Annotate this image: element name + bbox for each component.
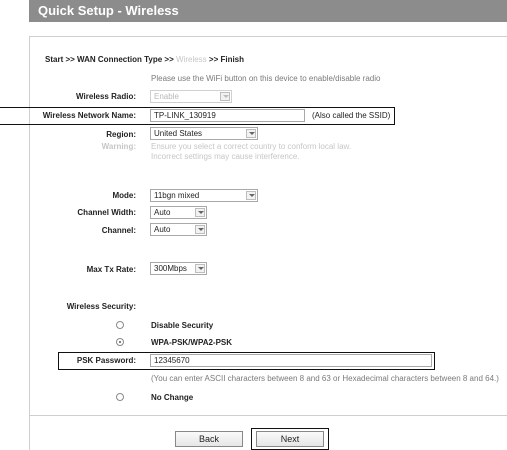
chevron-down-icon [246, 129, 256, 138]
quick-setup-wireless-page: Quick Setup - Wireless Start >> WAN Conn… [0, 0, 507, 450]
chevron-down-icon [195, 264, 205, 273]
no-change-radio[interactable] [116, 393, 124, 401]
breadcrumb: Start >> WAN Connection Type >> Wireless… [45, 55, 244, 65]
next-button[interactable]: Next [256, 431, 324, 447]
region-value: United States [154, 129, 203, 138]
tx-rate-label: Max Tx Rate: [86, 265, 136, 274]
chevron-down-icon [246, 191, 256, 200]
title-bar: Quick Setup - Wireless [29, 0, 507, 22]
wireless-radio-value: Enable [154, 92, 179, 101]
wireless-radio-select[interactable]: Enable [150, 90, 232, 103]
channel-width-select[interactable]: Auto [150, 206, 207, 219]
channel-select[interactable]: Auto [150, 223, 207, 236]
wifi-button-note: Please use the WiFi button on this devic… [151, 74, 381, 83]
region-label: Region: [106, 130, 136, 139]
mode-label: Mode: [112, 191, 136, 200]
warning-line2: Incorrect settings may cause interferenc… [151, 152, 300, 161]
chevron-down-icon [195, 225, 205, 234]
wpa-psk-label: WPA-PSK/WPA2-PSK [151, 338, 233, 347]
wireless-radio-label: Wireless Radio: [76, 92, 136, 101]
disable-security-radio[interactable] [116, 321, 124, 329]
breadcrumb-start: Start >> WAN Connection Type >> [45, 55, 176, 64]
channel-width-value: Auto [154, 208, 171, 217]
disable-security-label: Disable Security [151, 321, 214, 330]
page-title: Quick Setup - Wireless [38, 3, 179, 18]
no-change-label: No Change [151, 393, 194, 402]
back-button[interactable]: Back [175, 431, 243, 447]
breadcrumb-current: Wireless [176, 55, 207, 64]
chevron-down-icon [195, 208, 205, 217]
tx-rate-select[interactable]: 300Mbps [150, 262, 207, 275]
mode-value: 11bgn mixed [154, 191, 200, 200]
bottom-divider [29, 415, 507, 416]
mode-select[interactable]: 11bgn mixed [150, 189, 258, 202]
warning-label: Warning: [101, 142, 136, 151]
left-border [29, 36, 30, 450]
warning-line1: Ensure you select a correct country to c… [151, 142, 352, 151]
psk-password-label: PSK Password: [76, 356, 136, 365]
region-select[interactable]: United States [150, 127, 258, 140]
top-divider [29, 36, 507, 37]
chevron-down-icon [220, 92, 230, 101]
ssid-note: (Also called the SSID) [312, 111, 391, 120]
network-name-input[interactable]: TP-LINK_130919 [150, 109, 305, 122]
tx-rate-value: 300Mbps [154, 264, 187, 273]
breadcrumb-finish: >> Finish [206, 55, 245, 64]
psk-password-input[interactable]: 12345670 [150, 354, 432, 367]
channel-label: Channel: [101, 226, 136, 235]
wpa-psk-radio[interactable] [116, 338, 124, 346]
channel-width-label: Channel Width: [77, 208, 136, 217]
channel-value: Auto [154, 225, 171, 234]
wireless-security-label: Wireless Security: [66, 302, 136, 311]
psk-note: (You can enter ASCII characters between … [151, 374, 499, 383]
network-name-label: Wireless Network Name: [42, 111, 136, 120]
